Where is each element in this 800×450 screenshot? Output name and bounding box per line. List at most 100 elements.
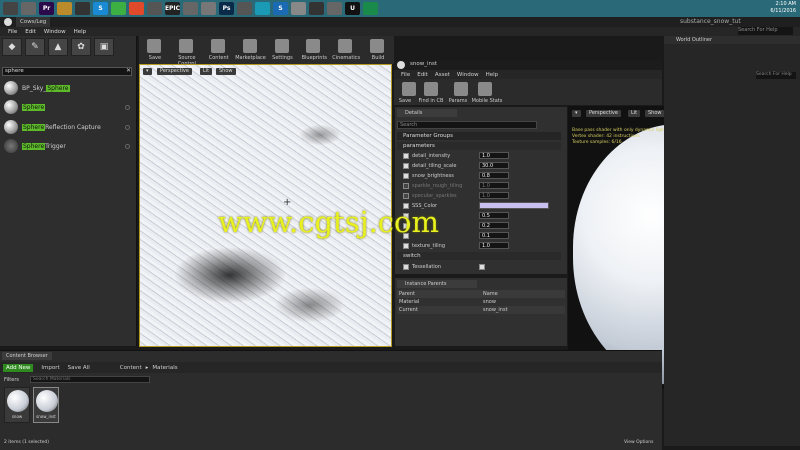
lit-button[interactable]: Lit — [200, 68, 213, 75]
menu-file[interactable]: File — [8, 29, 17, 35]
settings-button[interactable]: Settings — [267, 36, 299, 64]
details-tab[interactable]: Details — [397, 109, 457, 117]
view-options-button[interactable]: View Options — [624, 440, 653, 445]
place-mode-tab[interactable]: ◆ — [2, 38, 22, 56]
app-icon[interactable] — [3, 2, 18, 15]
list-item[interactable]: BP_Sky_ Sphere — [4, 80, 132, 96]
app-icon[interactable] — [21, 2, 36, 15]
param-value[interactable]: 0.1 — [479, 232, 509, 239]
param-value[interactable]: 1.0 — [479, 192, 509, 199]
app-icon[interactable] — [183, 2, 198, 15]
app-icon[interactable] — [147, 2, 162, 15]
param-value[interactable]: 0.8 — [479, 172, 509, 179]
app-icon[interactable] — [111, 2, 126, 15]
list-item[interactable]: Sphere Reflection Capture — [4, 119, 132, 135]
outliner-search[interactable]: Search For Help — [756, 72, 796, 79]
app-icon[interactable] — [363, 2, 378, 15]
param-value[interactable]: 0.5 — [479, 212, 509, 219]
app-icon[interactable] — [75, 2, 90, 15]
app-icon[interactable] — [291, 2, 306, 15]
premiere-icon[interactable]: Pr — [39, 2, 54, 15]
epic-icon[interactable]: EPIC — [165, 2, 180, 15]
chrome-icon[interactable] — [129, 2, 144, 15]
table-row[interactable]: Current snow_inst — [397, 306, 565, 314]
menu-edit[interactable]: Edit — [25, 29, 36, 35]
params-button[interactable]: Params — [446, 79, 470, 107]
app-icon[interactable] — [327, 2, 342, 15]
details-search-input[interactable]: Search — [397, 121, 537, 129]
landscape-mode-tab[interactable]: ▲ — [48, 38, 68, 56]
filters-button[interactable]: Filters — [4, 377, 19, 383]
source-control-button[interactable]: Source Control — [171, 36, 203, 67]
material-tab[interactable]: snow_inst — [410, 61, 437, 67]
app-icon[interactable] — [201, 2, 216, 15]
skype-icon[interactable]: S — [93, 2, 108, 15]
parameters-group[interactable]: parameters — [397, 142, 561, 150]
list-item[interactable]: Sphere Trigger — [4, 138, 132, 154]
paint-mode-tab[interactable]: ✎ — [25, 38, 45, 56]
app-icon[interactable] — [57, 2, 72, 15]
show-button[interactable]: Show — [645, 110, 665, 117]
app-icon[interactable] — [309, 2, 324, 15]
parameter-groups-header[interactable]: Parameter Groups — [397, 132, 561, 140]
param-value[interactable]: 1.0 — [479, 242, 509, 249]
geometry-mode-tab[interactable]: ▣ — [94, 38, 114, 56]
param-value[interactable]: 1.0 — [479, 152, 509, 159]
app-icon[interactable] — [255, 2, 270, 15]
viewport-options-button[interactable]: ▾ — [143, 68, 152, 75]
modes-search-input[interactable]: sphere — [2, 67, 132, 76]
color-swatch[interactable] — [479, 202, 549, 209]
build-button[interactable]: Build — [362, 36, 394, 64]
clear-search-icon[interactable]: ✕ — [126, 67, 131, 74]
marketplace-button[interactable]: Marketplace — [235, 36, 267, 64]
instance-parents-tab[interactable]: Instance Parents — [397, 280, 477, 288]
param-checkbox[interactable] — [403, 182, 409, 189]
foliage-mode-tab[interactable]: ✿ — [71, 38, 91, 56]
breadcrumb-materials[interactable]: Materials — [152, 365, 177, 371]
param-checkbox[interactable] — [403, 162, 409, 169]
param-checkbox[interactable] — [403, 192, 409, 199]
asset-tile[interactable]: snow — [4, 387, 30, 423]
param-checkbox[interactable] — [403, 152, 409, 159]
blueprints-button[interactable]: Blueprints — [298, 36, 330, 64]
mobile-stats-button[interactable]: Mobile Stats — [470, 79, 504, 107]
cinematics-button[interactable]: Cinematics — [330, 36, 362, 64]
param-value[interactable]: 0.2 — [479, 222, 509, 229]
menu-help[interactable]: Help — [74, 29, 87, 35]
viewport-options-button[interactable]: ▾ — [572, 110, 581, 117]
save-button[interactable]: Save — [394, 79, 416, 107]
menu-window[interactable]: Window — [44, 29, 66, 35]
param-value[interactable]: 1.0 — [479, 182, 509, 189]
find-in-cb-button[interactable]: Find in CB — [416, 79, 446, 107]
switch-group[interactable]: switch — [397, 252, 561, 260]
menu-file[interactable]: File — [401, 72, 410, 78]
lit-button[interactable]: Lit — [628, 110, 641, 117]
param-checkbox[interactable] — [403, 263, 409, 270]
param-value[interactable]: 30.0 — [479, 162, 509, 169]
perspective-button[interactable]: Perspective — [157, 68, 192, 75]
import-button[interactable]: Import — [41, 365, 59, 371]
unreal-icon[interactable]: U — [345, 2, 360, 15]
menu-help[interactable]: Help — [486, 72, 499, 78]
menu-edit[interactable]: Edit — [417, 72, 428, 78]
content-browser-tab[interactable]: Content Browser — [2, 352, 52, 360]
app-icon[interactable] — [237, 2, 252, 15]
asset-tile[interactable]: snow_inst — [33, 387, 59, 423]
world-outliner-tab[interactable]: World Outliner — [664, 36, 800, 44]
help-search[interactable]: Search For Help — [738, 27, 793, 35]
menu-window[interactable]: Window — [457, 72, 479, 78]
perspective-button[interactable]: Perspective — [586, 110, 621, 117]
level-tab[interactable]: Cows/Leg — [16, 17, 51, 27]
menu-asset[interactable]: Asset — [435, 72, 450, 78]
asset-search-input[interactable]: Search Materials — [30, 376, 150, 383]
param-checkbox[interactable] — [403, 172, 409, 179]
save-button[interactable]: Save — [139, 36, 171, 64]
photoshop-icon[interactable]: Ps — [219, 2, 234, 15]
list-item[interactable]: Sphere — [4, 99, 132, 115]
table-row[interactable]: Material snow — [397, 298, 565, 306]
breadcrumb-content[interactable]: Content — [120, 365, 142, 371]
add-new-button[interactable]: Add New — [3, 363, 34, 372]
switch-checkbox[interactable] — [479, 263, 485, 270]
show-button[interactable]: Show — [216, 68, 236, 75]
param-checkbox[interactable] — [403, 242, 409, 249]
